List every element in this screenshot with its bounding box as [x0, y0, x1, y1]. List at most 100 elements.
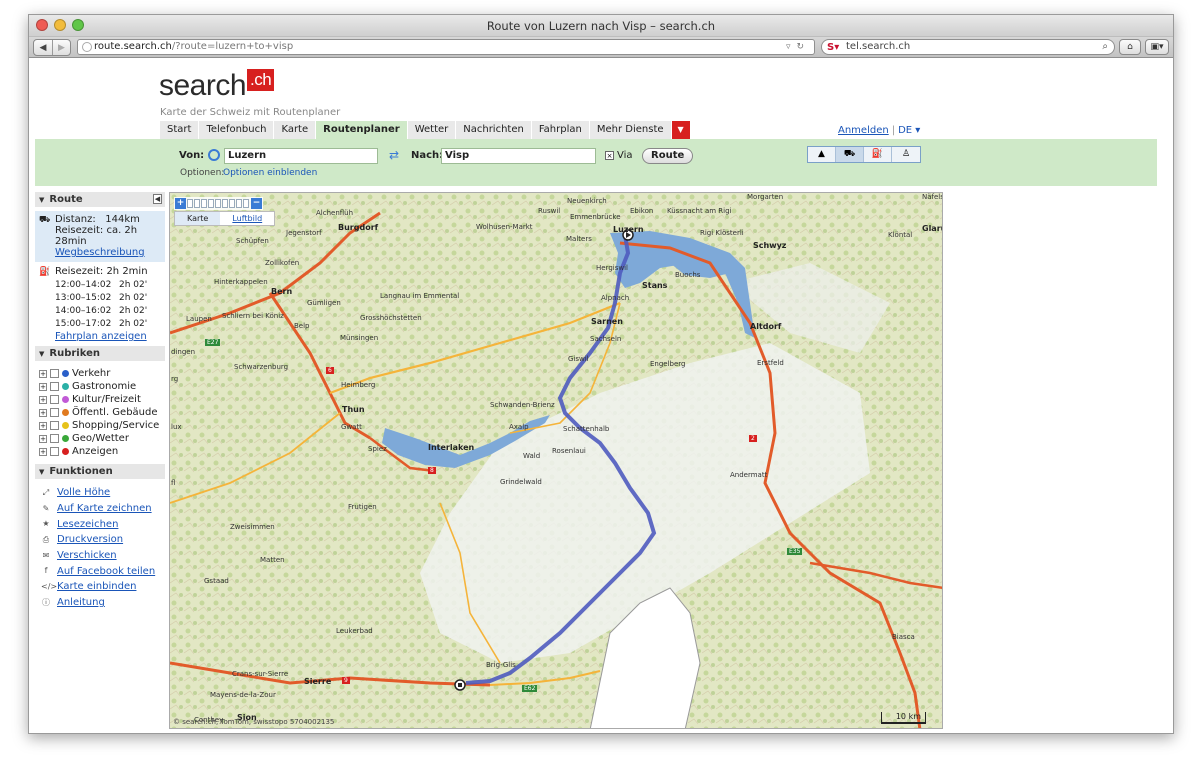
function-item[interactable]: ✎ Auf Karte zeichnen — [41, 501, 165, 517]
site-logo[interactable]: search .ch — [159, 69, 275, 103]
expand-icon[interactable]: + — [39, 434, 47, 443]
route-section-header[interactable]: ▼ Route ◀ — [35, 192, 165, 207]
rubrik-item[interactable]: + Verkehr — [39, 367, 165, 380]
function-item[interactable]: ⓘ Anleitung — [41, 595, 165, 611]
from-input[interactable]: Luzern — [224, 148, 378, 164]
rubrik-item[interactable]: + Öffentl. Gebäude — [39, 406, 165, 419]
to-input[interactable]: Visp — [441, 148, 596, 164]
browser-search-field[interactable]: S▾ tel.search.ch ⌕ — [821, 39, 1115, 55]
rubrik-checkbox[interactable] — [50, 408, 59, 417]
function-link[interactable]: Druckversion — [57, 534, 123, 545]
reload-icon[interactable]: ▿↻ — [786, 40, 810, 54]
tab-wetter[interactable]: Wetter — [407, 121, 457, 139]
tab-start[interactable]: Start — [160, 121, 200, 139]
zoom-step[interactable] — [201, 199, 207, 208]
tab-mehr-dienste[interactable]: Mehr Dienste — [589, 121, 672, 139]
expand-icon[interactable]: + — [39, 382, 47, 391]
tab-fahrplan[interactable]: Fahrplan — [531, 121, 590, 139]
expand-icon[interactable]: + — [39, 395, 47, 404]
facebook-icon: f — [44, 566, 48, 576]
function-link[interactable]: Verschicken — [57, 550, 117, 561]
rubrik-checkbox[interactable] — [50, 421, 59, 430]
more-services-dropdown-icon[interactable]: ▼ — [671, 121, 690, 139]
zoom-step[interactable] — [208, 199, 214, 208]
main-nav-tabs: Start Telefonbuch Karte Routenplaner Wet… — [160, 121, 690, 139]
rubrik-checkbox[interactable] — [50, 447, 59, 456]
map-canvas[interactable] — [170, 193, 943, 729]
function-item[interactable]: </> Karte einbinden — [41, 579, 165, 595]
function-link[interactable]: Anleitung — [57, 597, 105, 608]
tab-nachrichten[interactable]: Nachrichten — [456, 121, 532, 139]
map-place-label: Alchenflüh — [316, 209, 354, 217]
function-item[interactable]: ⎙ Druckversion — [41, 532, 165, 548]
zoom-step[interactable] — [194, 199, 200, 208]
function-item[interactable]: ★ Lesezeichen — [41, 516, 165, 532]
zoom-step[interactable] — [222, 199, 228, 208]
function-link[interactable]: Karte einbinden — [57, 581, 136, 592]
route-map[interactable]: + − Karte Luftbild Luzern Ebikon Küssnacht… — [169, 192, 943, 729]
magnifier-icon: ⌕ — [1102, 41, 1108, 52]
map-place-label: Stans — [642, 281, 668, 290]
swap-icon[interactable]: ⇄ — [389, 148, 399, 162]
zoom-step[interactable] — [243, 199, 249, 208]
rubrik-item[interactable]: + Gastronomie — [39, 380, 165, 393]
rubrik-item[interactable]: + Kultur/Freizeit — [39, 393, 165, 406]
zoom-out-button[interactable]: − — [251, 198, 262, 209]
expand-icon[interactable]: + — [39, 447, 47, 456]
zoom-step[interactable] — [215, 199, 221, 208]
mode-car-icon[interactable]: ⛟ — [836, 147, 864, 162]
function-link[interactable]: Lesezeichen — [57, 519, 118, 530]
directions-link[interactable]: Wegbeschreibung — [55, 247, 145, 258]
tab-karte[interactable]: Karte — [274, 121, 317, 139]
map-tab-luftbild[interactable]: Luftbild — [220, 212, 274, 225]
function-link[interactable]: Auf Facebook teilen — [57, 566, 155, 577]
mode-walk-icon[interactable]: ♙ — [892, 147, 920, 162]
drive-time: Reisezeit: ca. 2h 28min — [55, 225, 138, 247]
options-link[interactable]: Optionen einblenden — [223, 168, 317, 178]
rubrik-checkbox[interactable] — [50, 382, 59, 391]
forward-button[interactable]: ▶ — [52, 40, 70, 55]
zoom-in-button[interactable]: + — [175, 198, 186, 209]
map-place-label: Burgdorf — [338, 223, 379, 232]
function-item[interactable]: f Auf Facebook teilen — [41, 563, 165, 579]
locate-icon[interactable] — [208, 149, 220, 161]
language-select[interactable]: DE ▾ — [898, 125, 920, 136]
mode-transit-icon[interactable]: ⛽ — [864, 147, 892, 162]
train-icon: ⛽ — [39, 267, 51, 277]
search-engine-icon[interactable]: S▾ — [827, 41, 839, 55]
back-button[interactable]: ◀ — [34, 40, 52, 55]
rubriken-section-header[interactable]: ▼ Rubriken — [35, 346, 165, 361]
login-link[interactable]: Anmelden — [838, 125, 889, 136]
route-button[interactable]: Route — [642, 148, 694, 164]
map-tab-karte[interactable]: Karte — [175, 212, 221, 225]
rubrik-checkbox[interactable] — [50, 369, 59, 378]
rubrik-item[interactable]: + Anzeigen — [39, 445, 165, 458]
collapse-sidebar-icon[interactable]: ◀ — [153, 194, 162, 204]
zoom-step[interactable] — [236, 199, 242, 208]
schedule-link[interactable]: Fahrplan anzeigen — [55, 331, 147, 342]
funktionen-section-header[interactable]: ▼ Funktionen — [35, 464, 165, 479]
tab-routenplaner[interactable]: Routenplaner — [316, 121, 408, 139]
function-link[interactable]: Volle Höhe — [57, 487, 110, 498]
zoom-step[interactable] — [187, 199, 193, 208]
window-title: Route von Luzern nach Visp – search.ch — [486, 19, 716, 33]
schedule-row: 13:00–15:02 2h 02' — [55, 293, 148, 303]
home-button[interactable]: ⌂ — [1119, 39, 1141, 55]
bookmark-menu-button[interactable]: ▣▾ — [1145, 39, 1169, 55]
zoom-step[interactable] — [229, 199, 235, 208]
tab-telefonbuch[interactable]: Telefonbuch — [199, 121, 275, 139]
rubrik-item[interactable]: + Geo/Wetter — [39, 432, 165, 445]
rubrik-checkbox[interactable] — [50, 395, 59, 404]
via-checkbox[interactable]: × — [605, 151, 614, 160]
rubrik-checkbox[interactable] — [50, 434, 59, 443]
expand-icon[interactable]: + — [39, 421, 47, 430]
expand-icon[interactable]: + — [39, 369, 47, 378]
function-link[interactable]: Auf Karte zeichnen — [57, 503, 152, 514]
function-item[interactable]: ✉ Verschicken — [41, 548, 165, 564]
expand-icon[interactable]: + — [39, 408, 47, 417]
from-label: Von: — [179, 150, 205, 161]
mode-fastest-icon[interactable]: ▲ — [808, 147, 836, 162]
function-item[interactable]: ⤢ Volle Höhe — [41, 485, 165, 501]
rubrik-item[interactable]: + Shopping/Service — [39, 419, 165, 432]
address-bar[interactable]: route.search.ch/?route=luzern+to+visp ▿↻ — [77, 39, 815, 55]
